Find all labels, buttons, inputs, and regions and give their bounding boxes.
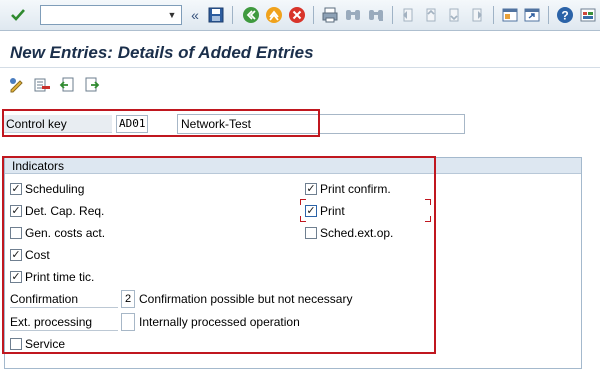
- application-toolbar: [0, 69, 600, 99]
- previous-entry-icon[interactable]: [58, 75, 76, 95]
- find-icon[interactable]: [343, 5, 363, 25]
- exit-icon[interactable]: [264, 5, 284, 25]
- system-toolbar: ▼ « ?: [0, 0, 600, 31]
- command-field[interactable]: ▼: [40, 5, 182, 25]
- first-page-icon[interactable]: [398, 5, 418, 25]
- next-page-icon[interactable]: [444, 5, 464, 25]
- delete-icon[interactable]: [33, 75, 51, 95]
- prev-page-icon[interactable]: [421, 5, 441, 25]
- save-icon[interactable]: [206, 5, 226, 25]
- highlight-box-control-key: [2, 109, 320, 137]
- highlight-box-indicators: [2, 156, 436, 354]
- page-title: New Entries: Details of Added Entries: [10, 43, 314, 62]
- chevron-down-icon[interactable]: ▼: [165, 7, 179, 23]
- display-change-icon[interactable]: [8, 75, 26, 95]
- last-page-icon[interactable]: [467, 5, 487, 25]
- print-icon[interactable]: [320, 5, 340, 25]
- double-left-icon[interactable]: «: [188, 5, 202, 25]
- cancel-icon[interactable]: [287, 5, 307, 25]
- back-icon[interactable]: [241, 5, 261, 25]
- next-entry-icon[interactable]: [83, 75, 101, 95]
- check-icon[interactable]: [8, 5, 28, 25]
- create-session-icon[interactable]: [500, 5, 520, 25]
- svg-text:?: ?: [561, 9, 568, 23]
- help-icon[interactable]: ?: [555, 5, 575, 25]
- find-next-icon[interactable]: [366, 5, 386, 25]
- customize-layout-icon[interactable]: [578, 5, 598, 25]
- shortcut-icon[interactable]: [522, 5, 542, 25]
- title-bar: New Entries: Details of Added Entries: [0, 32, 600, 68]
